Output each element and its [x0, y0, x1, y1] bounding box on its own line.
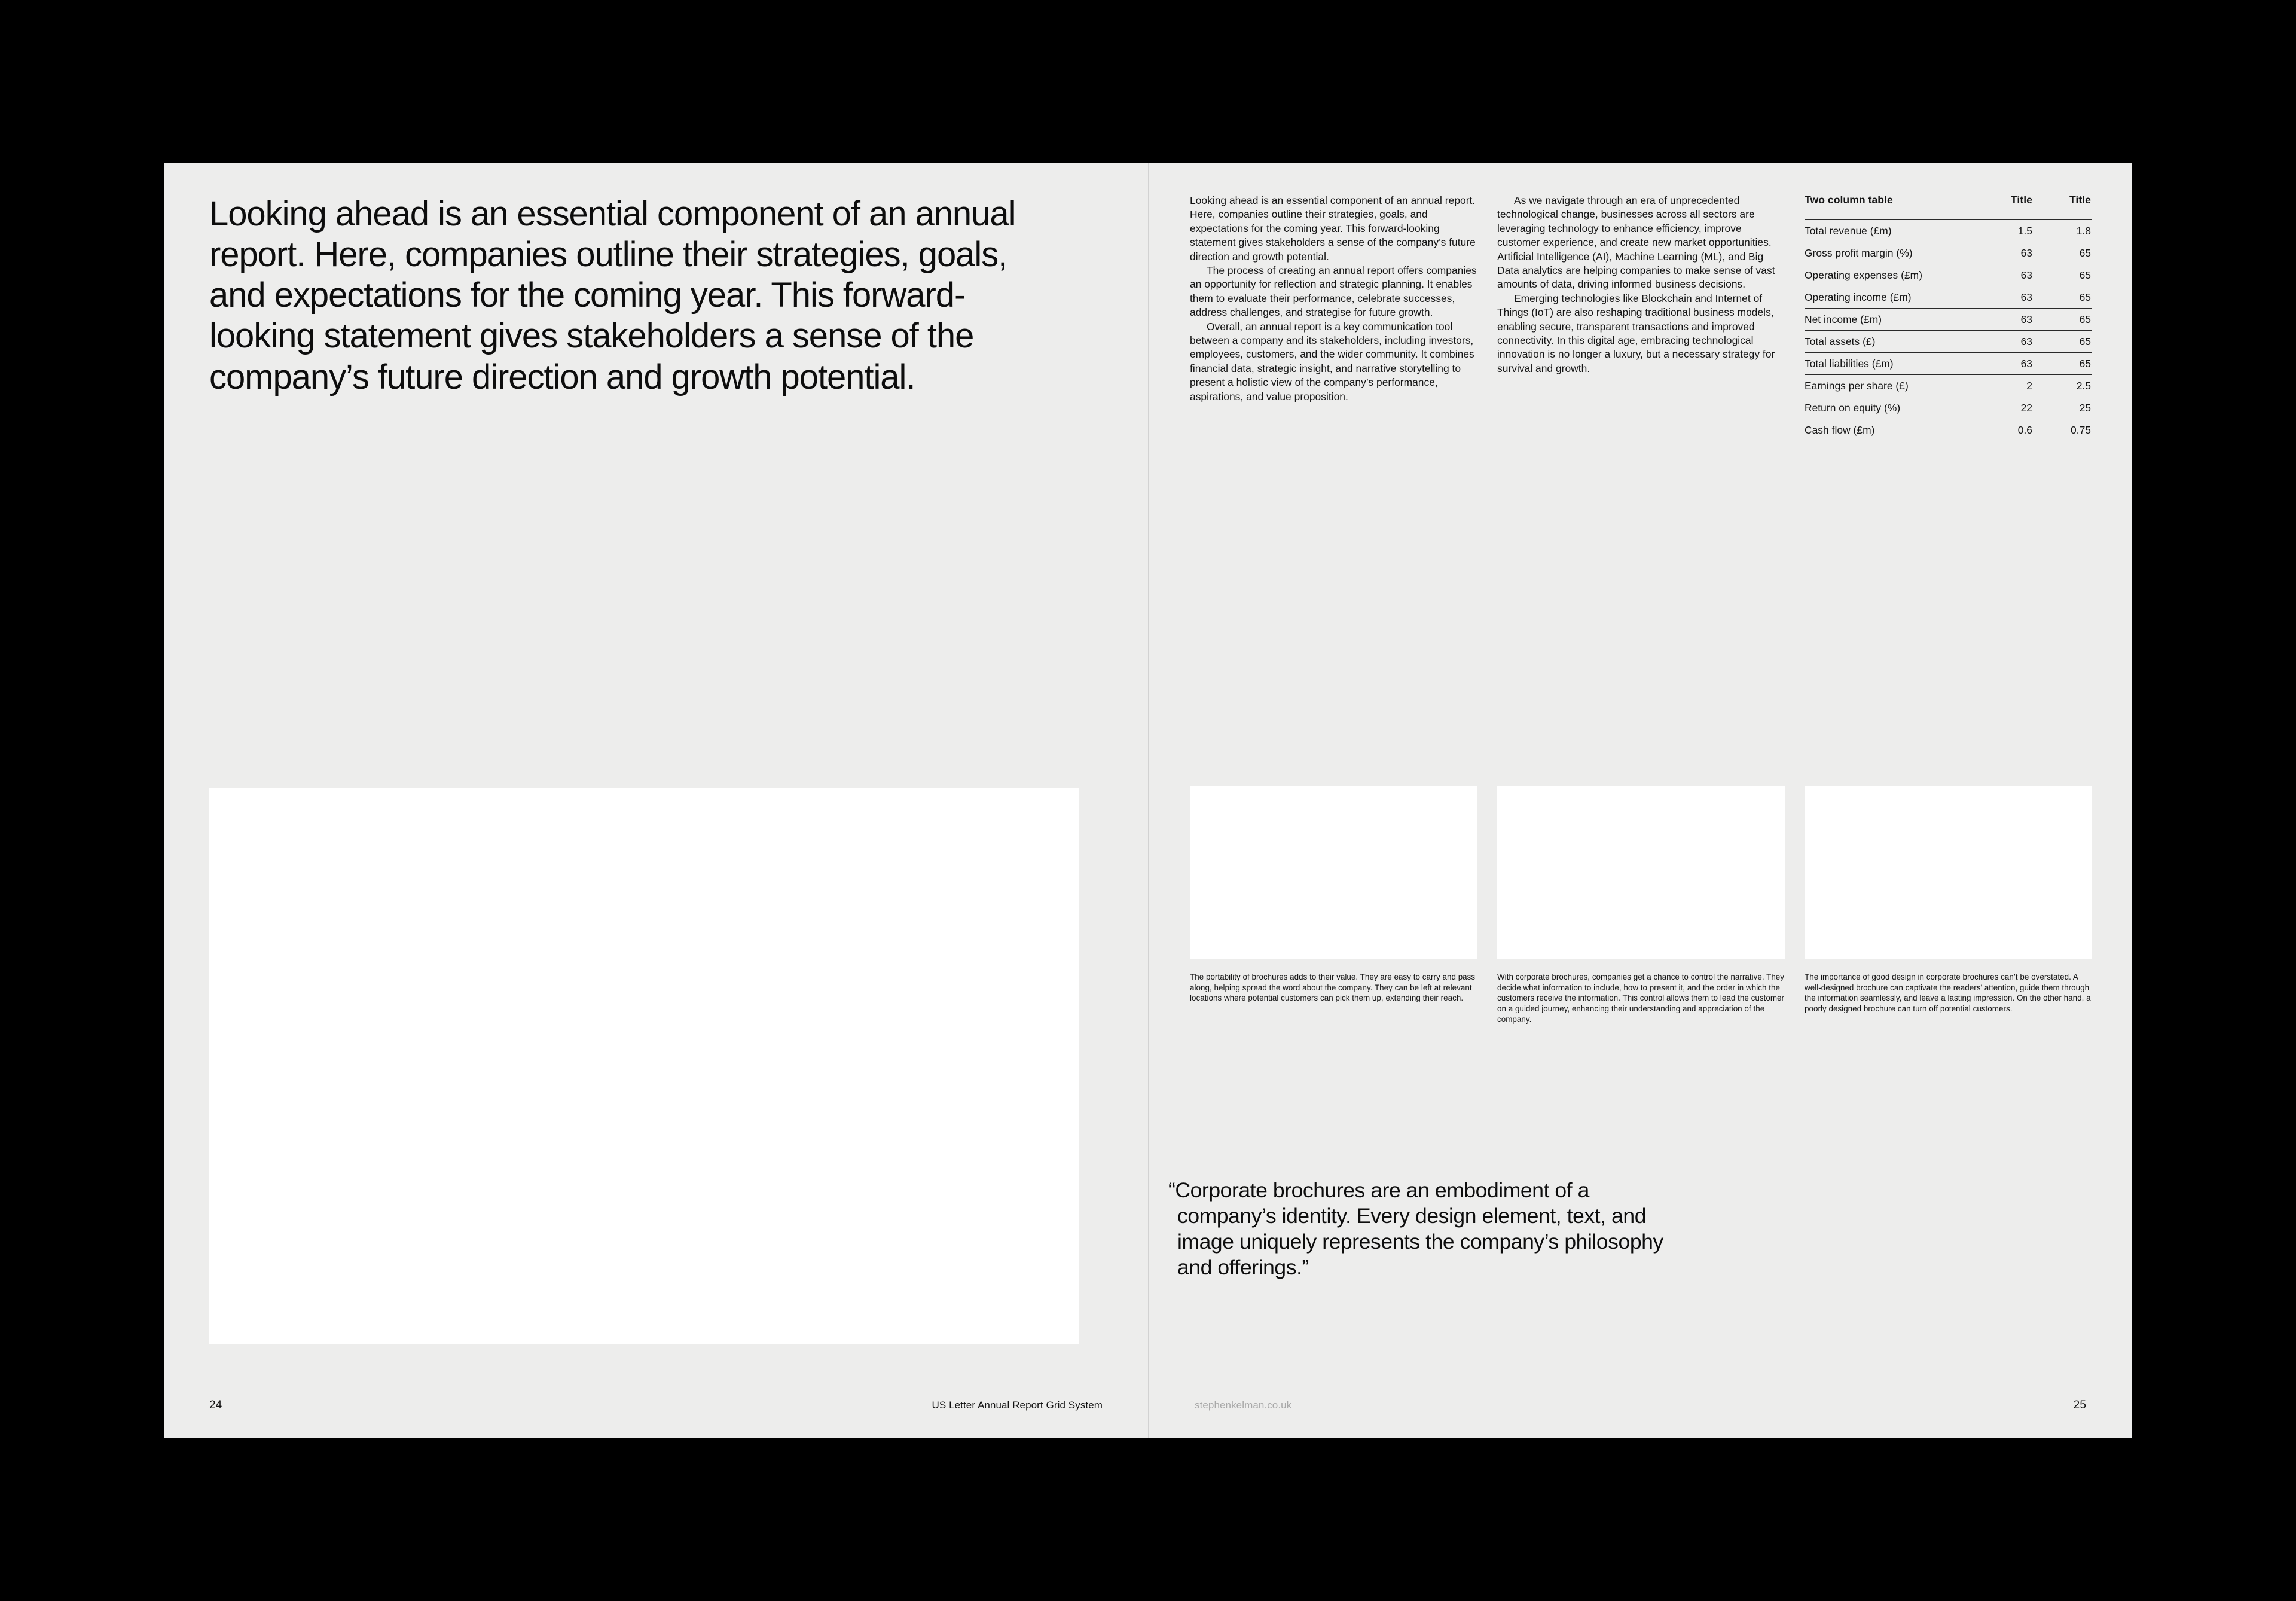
table-column: Two column table Title Title Total reven…: [1805, 194, 2092, 441]
magazine-spread: Looking ahead is an essential component …: [164, 163, 2132, 1438]
row-value-2: 65: [2034, 242, 2092, 264]
figure-row: The portability of brochures adds to the…: [1190, 786, 2093, 1024]
table-row: Earnings per share (£) 2 2.5: [1805, 374, 2092, 397]
paragraph: Overall, an annual report is a key commu…: [1190, 320, 1474, 402]
row-value-2: 65: [2034, 352, 2092, 375]
left-footer-note: US Letter Annual Report Grid System: [932, 1399, 1103, 1411]
figure-2-image-placeholder: [1497, 786, 1785, 959]
row-label: Gross profit margin (%): [1805, 242, 1975, 264]
paragraph: Emerging technologies like Blockchain an…: [1497, 292, 1775, 374]
row-label: Return on equity (%): [1805, 397, 1975, 419]
row-value-2: 0.75: [2034, 419, 2092, 441]
row-label: Earnings per share (£): [1805, 374, 1975, 397]
table-row: Operating income (£m) 63 65: [1805, 286, 2092, 309]
figure-1-caption: The portability of brochures adds to the…: [1190, 972, 1476, 1003]
table-header-row: Two column table Title Title: [1805, 194, 2092, 220]
row-value-1: 1.5: [1975, 219, 2034, 242]
figure-3-image-placeholder: [1805, 786, 2092, 959]
row-label: Operating expenses (£m): [1805, 264, 1975, 286]
figure-2-caption: With corporate brochures, companies get …: [1497, 972, 1785, 1024]
row-value-2: 65: [2034, 330, 2092, 353]
left-page: Looking ahead is an essential component …: [164, 163, 1148, 1438]
row-label: Total liabilities (£m): [1805, 352, 1975, 375]
row-value-1: 63: [1975, 242, 2034, 264]
table-row: Total assets (£) 63 65: [1805, 330, 2092, 353]
row-value-1: 63: [1975, 308, 2034, 331]
figure-1-image-placeholder: [1190, 786, 1477, 959]
row-label: Total assets (£): [1805, 330, 1975, 353]
right-page: Looking ahead is an essential component …: [1148, 163, 2132, 1438]
text-column-2: As we navigate through an era of unprece…: [1497, 194, 1785, 441]
table-row: Cash flow (£m) 0.6 0.75: [1805, 419, 2092, 441]
paragraph: The process of creating an annual report…: [1190, 264, 1477, 319]
text-column-1: Looking ahead is an essential component …: [1190, 194, 1477, 441]
financials-table: Two column table Title Title Total reven…: [1805, 194, 2092, 441]
row-value-1: 63: [1975, 330, 2034, 353]
hero-image-placeholder: [209, 788, 1079, 1344]
row-label: Net income (£m): [1805, 308, 1975, 331]
right-footer-note: stephenkelman.co.uk: [1195, 1399, 1292, 1411]
left-page-footer: 24 US Letter Annual Report Grid System: [209, 1399, 1103, 1412]
body-copy-2: As we navigate through an era of unprece…: [1497, 194, 1785, 376]
row-label: Cash flow (£m): [1805, 419, 1975, 441]
body-copy-1: Looking ahead is an essential component …: [1190, 194, 1477, 404]
pull-quote: “Corporate brochures are an embodiment o…: [1168, 1178, 1663, 1279]
paragraph: As we navigate through an era of unprece…: [1497, 194, 1775, 291]
right-page-number: 25: [2073, 1399, 2086, 1411]
row-value-2: 25: [2034, 397, 2092, 419]
row-label: Operating income (£m): [1805, 286, 1975, 309]
row-value-1: 63: [1975, 352, 2034, 375]
table-row: Total revenue (£m) 1.5 1.8: [1805, 219, 2092, 242]
row-value-1: 22: [1975, 397, 2034, 419]
row-label: Total revenue (£m): [1805, 219, 1975, 242]
page-headline: Looking ahead is an essential component …: [209, 194, 1016, 397]
table-header-col2: Title: [2069, 194, 2091, 206]
row-value-1: 63: [1975, 286, 2034, 309]
right-page-footer: stephenkelman.co.uk 25: [1195, 1399, 2086, 1412]
row-value-2: 65: [2034, 286, 2092, 309]
right-page-top-grid: Looking ahead is an essential component …: [1190, 194, 2093, 441]
figure-2: With corporate brochures, companies get …: [1497, 786, 1785, 1024]
table-row: Return on equity (%) 22 25: [1805, 397, 2092, 419]
figure-3-caption: The importance of good design in corpora…: [1805, 972, 2091, 1014]
figure-1: The portability of brochures adds to the…: [1190, 786, 1477, 1024]
left-page-number: 24: [209, 1399, 222, 1411]
table-row: Total liabilities (£m) 63 65: [1805, 352, 2092, 375]
row-value-1: 0.6: [1975, 419, 2034, 441]
table-row: Gross profit margin (%) 63 65: [1805, 242, 2092, 264]
row-value-2: 65: [2034, 264, 2092, 286]
table-header-col1: Title: [2010, 194, 2032, 206]
row-value-1: 2: [1975, 374, 2034, 397]
row-value-2: 1.8: [2034, 219, 2092, 242]
figure-3: The importance of good design in corpora…: [1805, 786, 2092, 1024]
paragraph: Looking ahead is an essential component …: [1190, 194, 1476, 263]
row-value-2: 65: [2034, 308, 2092, 331]
table-header-label: Two column table: [1805, 194, 1893, 206]
row-value-2: 2.5: [2034, 374, 2092, 397]
table-row: Operating expenses (£m) 63 65: [1805, 264, 2092, 286]
row-value-1: 63: [1975, 264, 2034, 286]
table-row: Net income (£m) 63 65: [1805, 308, 2092, 331]
